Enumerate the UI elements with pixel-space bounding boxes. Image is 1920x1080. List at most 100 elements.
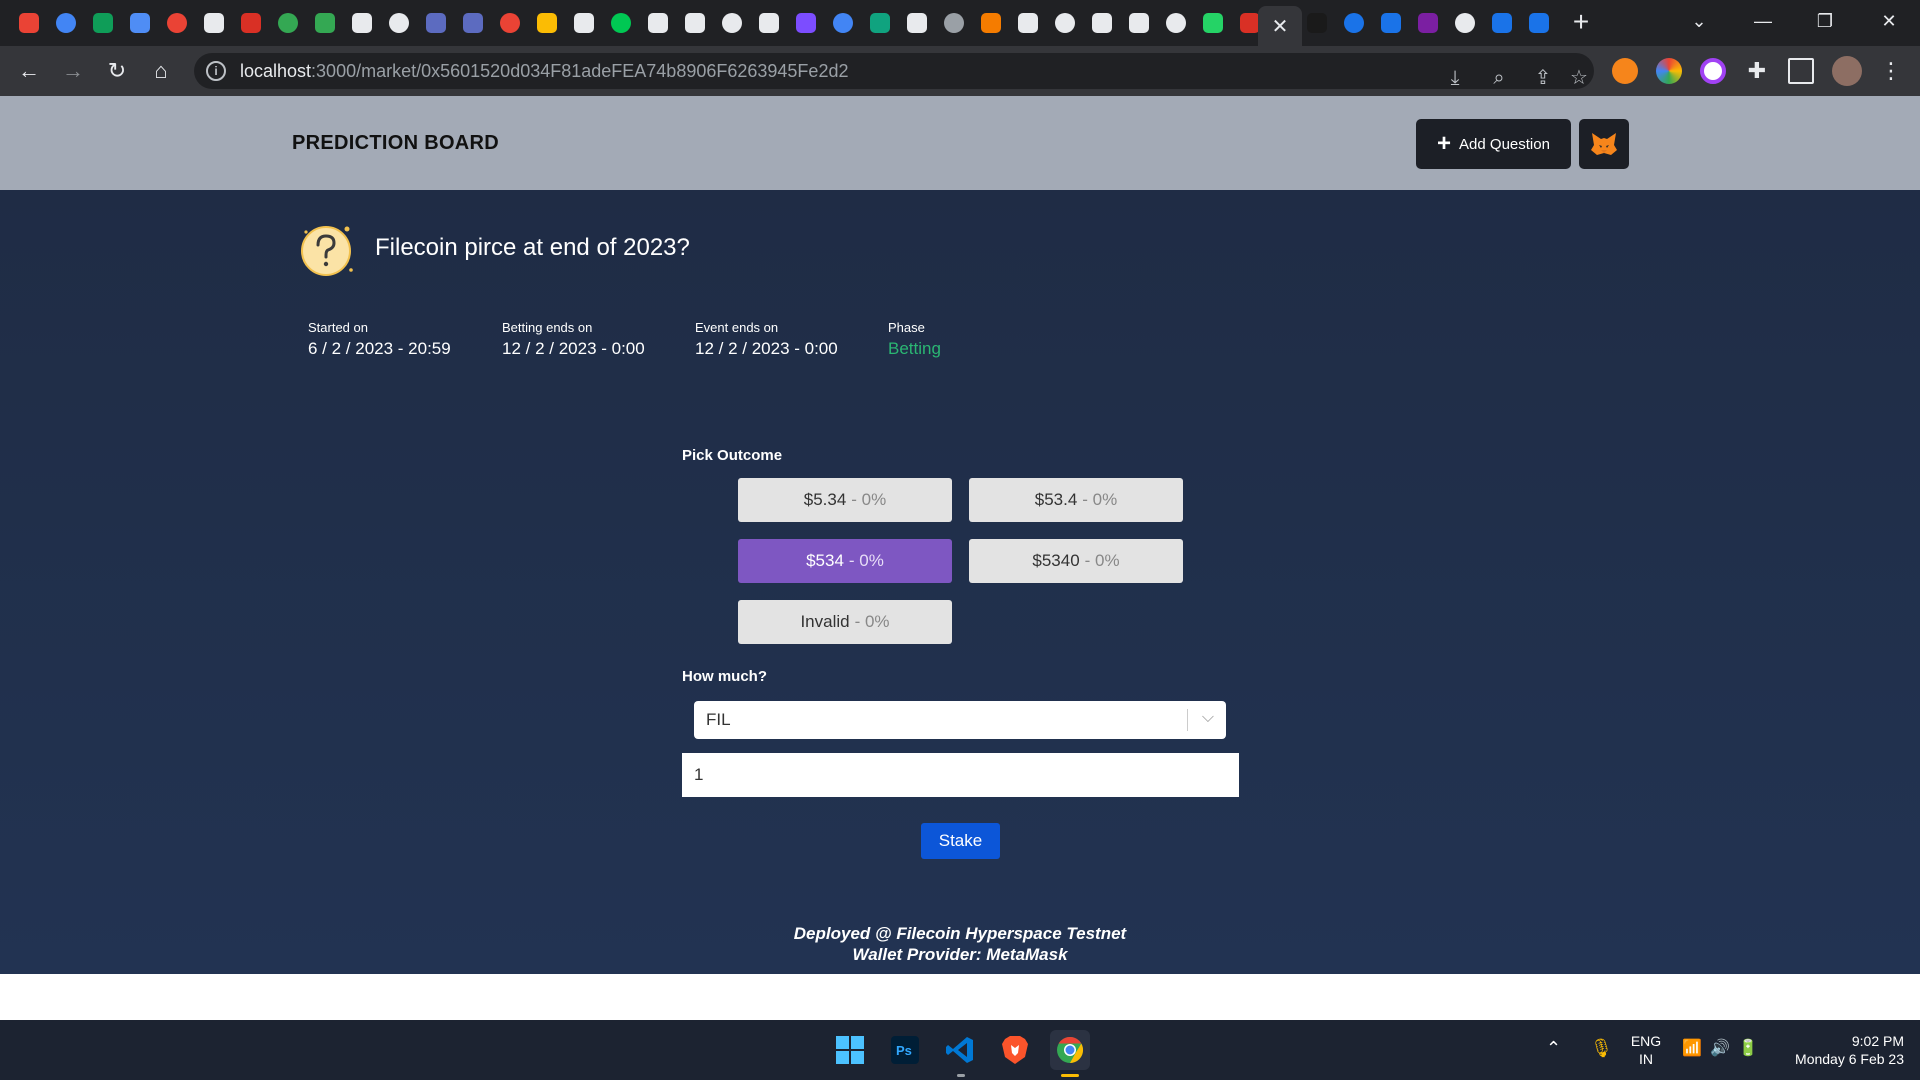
chrome-icon[interactable] [1050,1030,1090,1070]
pick-outcome-label: Pick Outcome [682,447,783,464]
site-info-icon[interactable]: i [206,61,226,81]
brave-browser-icon[interactable] [995,1030,1035,1070]
tab-favicon-icon[interactable] [1302,8,1332,38]
metamask-extension-icon[interactable] [1612,58,1638,84]
footer-network: Deployed @ Filecoin Hyperspace Testnet [793,924,1127,943]
tab-favicon-icon[interactable] [1124,8,1154,38]
restore-icon[interactable]: ❐ [1802,6,1848,36]
extensions-puzzle-icon[interactable]: ✚ [1744,58,1770,84]
bookmark-star-icon[interactable]: ☆ [1564,63,1594,93]
tab-favicon-icon[interactable] [865,8,895,38]
tab-favicon-icon[interactable] [1450,8,1480,38]
outcome-label: $53.4 [1034,490,1078,509]
tab-favicon-icon[interactable] [162,8,192,38]
tab-favicon-icon[interactable] [1524,8,1554,38]
vscode-icon[interactable] [940,1030,980,1070]
tab-favicon-icon[interactable] [347,8,377,38]
back-icon[interactable]: ← [14,56,44,86]
tab-favicon-icon[interactable] [125,8,155,38]
chevron-down-icon[interactable]: ⌵ [1202,709,1214,727]
profile-avatar[interactable] [1832,56,1862,86]
outcome-option[interactable]: $5.34- 0% [738,478,952,522]
tab-favicon-icon[interactable] [828,8,858,38]
tab-favicon-icon[interactable] [1487,8,1517,38]
tab-favicon-icon[interactable] [532,8,562,38]
forward-icon[interactable]: → [58,56,88,86]
tray-overflow-chevron-icon[interactable]: ⌃ [1546,1038,1561,1059]
language-indicator[interactable]: ENG IN [1628,1032,1664,1068]
brand-title: PREDICTION BOARD [292,132,500,154]
outcome-label: $534 [806,551,844,570]
window-close-icon[interactable]: ✕ [1866,6,1912,36]
ring-extension-icon[interactable] [1700,58,1726,84]
battery-icon[interactable]: 🔋 [1738,1038,1758,1058]
tab-favicon-icon[interactable] [1013,8,1043,38]
install-app-icon[interactable]: ⤓ [1440,63,1470,93]
tab-favicon-icon[interactable] [273,8,303,38]
meta-value: 12 / 2 / 2023 - 0:00 [695,339,838,358]
browser-menu-icon[interactable]: ⋮ [1876,56,1906,86]
outcome-label: Invalid [800,612,850,631]
tab-favicon-icon[interactable] [1198,8,1228,38]
tab-favicon-icon[interactable] [1376,8,1406,38]
meta-event-ends: Event ends on 12 / 2 / 2023 - 0:00 [695,320,838,359]
tab-favicon-icon[interactable] [791,8,821,38]
tab-favicon-icon[interactable] [51,8,81,38]
wifi-icon[interactable]: 📶 [1682,1038,1702,1058]
zoom-icon[interactable]: ⌕ [1484,63,1514,93]
tab-favicon-icon[interactable] [236,8,266,38]
tab-favicon-icon[interactable] [939,8,969,38]
tab-favicon-icon[interactable] [1087,8,1117,38]
tab-favicon-icon[interactable] [495,8,525,38]
minimize-icon[interactable]: — [1740,6,1786,36]
home-icon[interactable]: ⌂ [146,56,176,86]
tab-favicon-icon[interactable] [384,8,414,38]
wallet-connect-button[interactable] [1579,119,1629,169]
token-select[interactable]: FIL ⌵ [694,701,1226,739]
add-question-button[interactable]: + Add Question [1416,119,1571,169]
side-panel-icon[interactable] [1788,58,1814,84]
color-extension-icon[interactable] [1656,58,1682,84]
reload-icon[interactable]: ↻ [102,56,132,86]
share-icon[interactable]: ⇪ [1528,63,1558,93]
tab-favicon-icon[interactable] [14,8,44,38]
tab-favicon-icon[interactable] [88,8,118,38]
outcome-option[interactable]: $5340- 0% [969,539,1183,583]
tab-favicon-icon[interactable] [902,8,932,38]
running-app-indicator [957,1074,965,1077]
address-bar[interactable]: i localhost:3000/market/0x5601520d034F81… [194,53,1594,89]
tab-favicon-icon[interactable] [1161,8,1191,38]
tab-favicon-icon[interactable] [569,8,599,38]
tab-favicon-icon[interactable] [1413,8,1443,38]
tab-favicon-icon[interactable] [643,8,673,38]
outcome-percent: - 0% [1084,551,1120,570]
tab-favicon-icon[interactable] [680,8,710,38]
tab-favicon-icon[interactable] [421,8,451,38]
tab-favicon-icon[interactable] [1050,8,1080,38]
tab-search-chevron-icon[interactable]: ⌄ [1676,6,1722,36]
outcome-option[interactable]: Invalid - 0% [738,600,952,644]
stake-button[interactable]: Stake [921,823,1000,859]
volume-icon[interactable]: 🔊 [1710,1038,1730,1058]
microphone-icon[interactable]: 🎙 [1590,1038,1613,1059]
outcome-option[interactable]: $53.4- 0% [969,478,1183,522]
outcome-option-selected[interactable]: $534- 0% [738,539,952,583]
amount-input[interactable] [682,753,1239,797]
tab-favicon-icon[interactable] [1339,8,1369,38]
clock[interactable]: 9:02 PM Monday 6 Feb 23 [1776,1032,1904,1068]
tab-favicon-icon[interactable] [458,8,488,38]
windows-start-icon[interactable] [830,1030,870,1070]
tab-favicon-icon[interactable] [310,8,340,38]
add-question-label: Add Question [1459,135,1550,153]
photoshop-icon[interactable]: Ps [885,1030,925,1070]
tab-favicon-icon[interactable] [717,8,747,38]
tab-favicon-icon[interactable] [754,8,784,38]
outcome-percent: - 0% [854,612,890,631]
tab-favicon-icon[interactable] [606,8,636,38]
active-tab-close-icon[interactable]: ✕ [1258,6,1302,46]
new-tab-icon[interactable]: + [1566,8,1596,38]
tab-favicon-icon[interactable] [199,8,229,38]
url-text[interactable]: localhost:3000/market/0x5601520d034F81ad… [240,61,848,82]
app-header: PREDICTION BOARD + Add Question [0,96,1920,190]
tab-favicon-icon[interactable] [976,8,1006,38]
